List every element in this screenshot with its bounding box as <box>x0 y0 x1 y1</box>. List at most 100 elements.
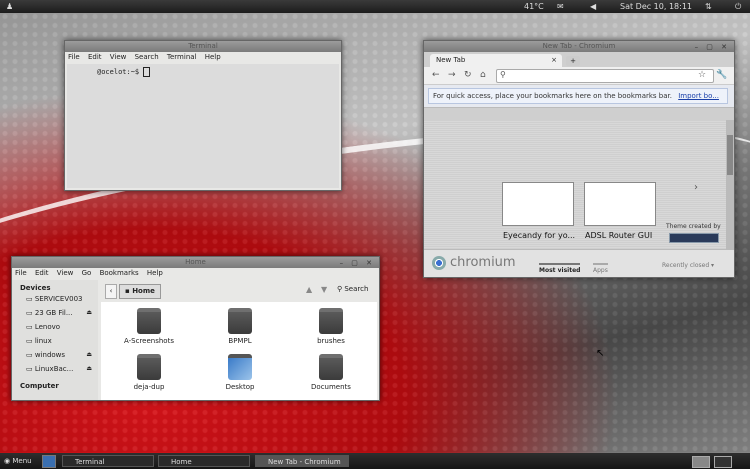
back-icon[interactable]: ← <box>432 70 440 80</box>
folder-label: deja-dup <box>133 383 165 391</box>
terminal-window: Terminal File Edit View Search Terminal … <box>64 40 342 191</box>
tab-strip: New Tab × + <box>424 52 734 67</box>
folder-label: brushes <box>317 337 345 345</box>
omnibox-input[interactable]: ⚲ <box>496 69 714 83</box>
wrench-icon[interactable]: 🔧 <box>716 70 727 80</box>
chromium-titlebar[interactable]: New Tab - Chromium – ▢ ✕ <box>424 41 734 52</box>
thumbnail-title[interactable]: ADSL Router GUI <box>585 231 652 240</box>
sidebar-item-linux[interactable]: ▭ linux <box>12 334 98 348</box>
shell-prompt: @ocelot:~$ <box>97 68 140 76</box>
workspace-switcher[interactable] <box>714 456 732 468</box>
menu-go[interactable]: Go <box>82 269 92 277</box>
sidebar-item-23gb[interactable]: ▭ 23 GB Fil... ⏏ <box>12 306 98 320</box>
new-tab-button[interactable]: + <box>566 56 580 66</box>
back-button[interactable]: ‹ <box>105 284 117 299</box>
window-title: Home <box>185 258 206 266</box>
bookmarks-notice: For quick access, place your bookmarks h… <box>428 88 728 104</box>
next-page-chevron-icon[interactable]: › <box>694 182 698 193</box>
folder-label: BPMPL <box>228 337 252 345</box>
location-button-home[interactable]: ▪ Home <box>119 284 161 299</box>
search-label: Search <box>344 285 369 293</box>
scrollbar[interactable] <box>726 120 734 250</box>
sidebar-item-label: 23 GB Fil... <box>34 309 73 317</box>
terminal-titlebar[interactable]: Terminal <box>65 41 341 52</box>
top-panel: ♟ 41°C ✉ ◀ Sat Dec 10, 18:11 ⇅ ⏻ <box>0 0 750 13</box>
temperature-readout: 41°C <box>524 2 544 11</box>
home-icon[interactable]: ⌂ <box>480 70 486 80</box>
menu-view[interactable]: View <box>57 269 74 277</box>
chromium-logo-icon <box>432 256 446 270</box>
menu-view[interactable]: View <box>110 53 127 61</box>
desktop-folder-icon <box>228 354 252 380</box>
menu-help[interactable]: Help <box>147 269 163 277</box>
terminal-body[interactable]: @ocelot:~$ <box>67 64 339 188</box>
search-button[interactable]: ⚲ Search <box>337 285 368 293</box>
down-arrow-icon[interactable]: ▼ <box>321 285 327 294</box>
folder-item[interactable]: brushes <box>303 308 359 345</box>
clock[interactable]: Sat Dec 10, 18:11 <box>620 2 692 11</box>
import-bookmarks-link[interactable]: Import bo... <box>678 92 719 100</box>
close-icon[interactable]: × <box>551 54 557 67</box>
folder-item[interactable]: Documents <box>303 354 359 391</box>
sidebar-item-lenovo[interactable]: ▭ Lenovo <box>12 320 98 334</box>
power-icon[interactable]: ⏻ <box>735 2 741 12</box>
panel-logo-icon[interactable]: ♟ <box>6 2 13 11</box>
taskbar-item-chromium[interactable]: New Tab - Chromium <box>255 455 349 467</box>
sidebar-item-label: Lenovo <box>34 323 61 331</box>
mouse-pointer-icon: ↖ <box>596 348 605 359</box>
drive-icon: ▭ <box>26 323 35 331</box>
show-desktop-icon[interactable] <box>42 455 56 468</box>
drive-icon: ▭ <box>26 337 35 345</box>
menu-file[interactable]: File <box>68 53 80 61</box>
menu-edit[interactable]: Edit <box>35 269 49 277</box>
bookmark-star-icon[interactable]: ☆ <box>698 70 706 80</box>
sidebar-item-linuxbac[interactable]: ▭ LinuxBac... ⏏ <box>12 362 98 376</box>
recently-closed-label: Recently closed <box>662 262 710 269</box>
file-manager-toolbar: ‹ ▪ Home ▲ ▼ ⚲ Search <box>101 280 377 302</box>
sidebar-item-windows[interactable]: ▭ windows ⏏ <box>12 348 98 362</box>
menu-label: Menu <box>12 457 32 465</box>
folder-item[interactable]: Desktop <box>212 354 268 391</box>
menu-terminal[interactable]: Terminal <box>167 53 197 61</box>
eject-icon[interactable]: ⏏ <box>86 309 92 316</box>
reload-icon[interactable]: ↻ <box>464 70 472 80</box>
tab-apps[interactable]: Apps <box>593 263 608 274</box>
recently-closed-menu[interactable]: Recently closed ▾ <box>662 262 714 269</box>
theme-author-badge[interactable] <box>669 233 719 243</box>
up-arrow-icon[interactable]: ▲ <box>306 285 312 294</box>
menu-file[interactable]: File <box>15 269 27 277</box>
window-controls[interactable]: – ▢ ✕ <box>340 258 375 269</box>
drive-icon: ▭ <box>26 351 35 359</box>
file-manager-window: Home – ▢ ✕ File Edit View Go Bookmarks H… <box>11 256 380 401</box>
search-icon: ⚲ <box>500 70 506 79</box>
eject-icon[interactable]: ⏏ <box>86 351 92 358</box>
workspace-switcher[interactable] <box>692 456 710 468</box>
bookmarks-notice-text: For quick access, place your bookmarks h… <box>433 92 672 100</box>
menu-bookmarks[interactable]: Bookmarks <box>100 269 139 277</box>
taskbar-item-terminal[interactable]: Terminal <box>62 455 154 467</box>
folder-item[interactable]: BPMPL <box>212 308 268 345</box>
folder-icon <box>319 354 343 380</box>
forward-icon[interactable]: → <box>448 70 456 80</box>
most-visited-thumbnail[interactable] <box>502 182 574 226</box>
volume-icon[interactable]: ◀ <box>590 2 596 11</box>
file-manager-menubar: File Edit View Go Bookmarks Help <box>12 268 379 279</box>
menu-edit[interactable]: Edit <box>88 53 102 61</box>
most-visited-thumbnail[interactable] <box>584 182 656 226</box>
menu-button[interactable]: ◉ Menu <box>4 455 32 467</box>
chromium-brand: chromium <box>450 255 516 270</box>
menu-search[interactable]: Search <box>135 53 159 61</box>
tab-most-visited[interactable]: Most visited <box>539 263 581 274</box>
folder-item[interactable]: A-Screenshots <box>121 308 177 345</box>
mail-icon[interactable]: ✉ <box>557 2 564 11</box>
sidebar-item-servicev003[interactable]: ▭ SERVICEV003 <box>12 292 98 306</box>
taskbar-item-home[interactable]: Home <box>158 455 250 467</box>
file-manager-titlebar[interactable]: Home – ▢ ✕ <box>12 257 379 268</box>
eject-icon[interactable]: ⏏ <box>86 365 92 372</box>
folder-item[interactable]: deja-dup <box>121 354 177 391</box>
tab-new-tab[interactable]: New Tab × <box>430 54 562 67</box>
network-icon[interactable]: ⇅ <box>705 2 712 11</box>
thumbnail-title[interactable]: Eyecandy for yo... <box>503 231 575 240</box>
menu-help[interactable]: Help <box>205 53 221 61</box>
sidebar-item-label: SERVICEV003 <box>34 295 83 303</box>
